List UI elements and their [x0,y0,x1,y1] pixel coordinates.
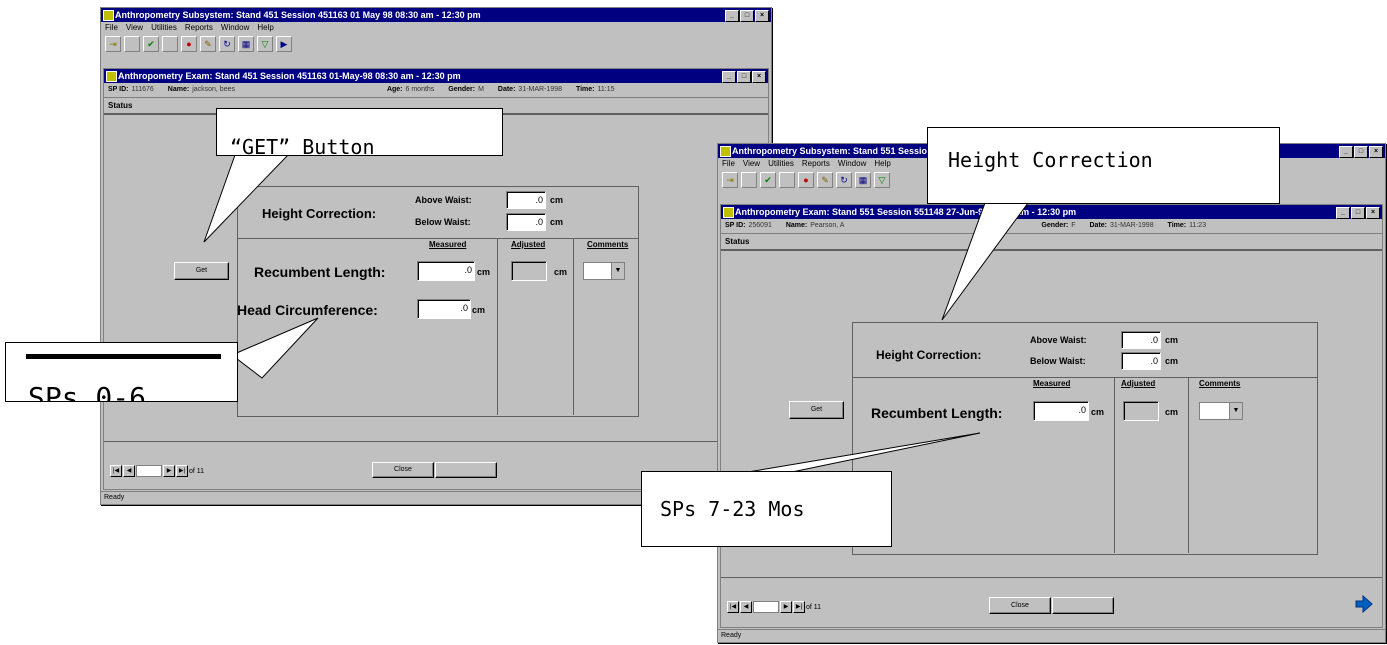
sps-7-23-callout-text: SPs 7-23 Mos [660,497,805,521]
sps-7-23-callout: SPs 7-23 Mos [641,471,892,547]
get-button-callout: “GET” Button [216,108,503,156]
get-callout-pointer [203,154,290,243]
height-correction-callout: Height Correction [927,127,1280,204]
sps-0-6-callout: SPs 0-6 [5,342,238,402]
sps-0-6-callout-text: SPs 0-6 [28,381,147,402]
sps-7-23-callout-pointer [747,432,981,473]
get-button-callout-text: “GET” Button [230,135,375,156]
sps-cut-callout-pointer [231,317,319,379]
callout-rule [26,354,221,359]
height-correction-callout-text: Height Correction [948,148,1153,172]
callout-pointers [203,154,1029,473]
height-callout-pointer [941,202,1029,321]
